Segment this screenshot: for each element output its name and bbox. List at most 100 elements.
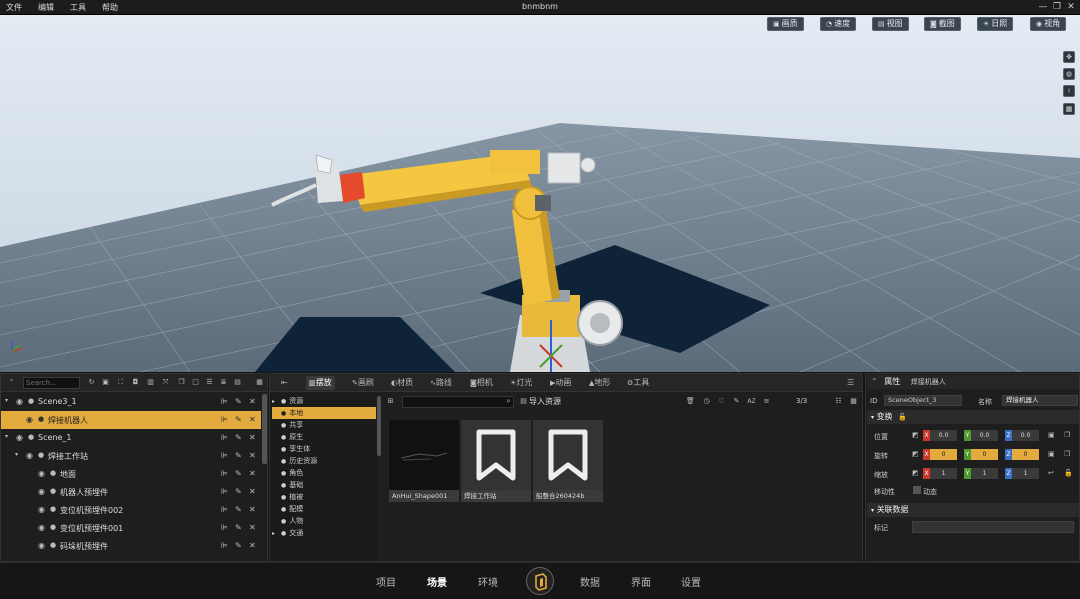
edit-icon[interactable]: ✎ [235,541,242,550]
edit-icon[interactable]: ✎ [732,397,741,406]
id-field[interactable]: SceneObject_3 [884,395,962,406]
edit-icon[interactable]: ✎ [235,397,242,406]
visibility-eye-icon[interactable]: ◉ [38,487,45,496]
filter-icon[interactable]: ≡ [762,397,771,406]
home-logo-button[interactable] [526,567,554,595]
copy-icon[interactable]: ▣ [1048,431,1055,439]
asset-card[interactable]: AnHui_Shape001 [389,420,459,502]
align-icon[interactable]: ⊫ [221,415,228,424]
tab-path[interactable]: ∿路线 [427,376,455,390]
delete-icon[interactable]: ✕ [249,505,256,514]
tree-item[interactable]: ● 本地 [272,407,376,419]
camera-view-button[interactable]: ◉ 视角 [1030,17,1067,31]
visibility-eye-icon[interactable]: ◉ [38,469,45,478]
transform-z-field[interactable]: 0 [1012,449,1039,460]
grid-view-icon[interactable]: ▦ [849,397,858,406]
transform-z-field[interactable]: 0.0 [1012,430,1039,441]
outliner-row[interactable]: ◉ ● 机器人预埋件 ⊫ ✎ ✕ [1,483,261,501]
visibility-eye-icon[interactable]: ◉ [16,397,23,406]
asset-card[interactable]: 焊接工作站 [461,420,531,502]
refresh-icon[interactable]: ↻ [87,378,96,387]
align-icon[interactable]: ⊫ [221,505,228,514]
align-icon[interactable]: ⊫ [221,433,228,442]
speed-button[interactable]: ◔ 速度 [820,17,857,31]
panel-icon[interactable]: ▤ [233,378,242,387]
transform-z-field[interactable]: 1 [1012,468,1039,479]
outliner-row[interactable]: ◉ ● 地面 ⊫ ✎ ✕ [1,465,261,483]
transform-y-field[interactable]: 0 [971,449,998,460]
edit-icon[interactable]: ✎ [235,415,242,424]
outliner-row[interactable]: ◉ ● 码垛机预埋件 ⊫ ✎ ✕ [1,537,261,555]
camera-icon[interactable]: ◘ [131,378,140,387]
tab-light[interactable]: ☀灯光 [507,376,535,390]
edit-icon[interactable]: ✎ [235,433,242,442]
outliner-search-input[interactable] [23,377,80,389]
delete-icon[interactable]: ✕ [249,487,256,496]
copy-icon[interactable]: ❐ [177,378,186,387]
close-icon[interactable]: ✕ [1065,1,1077,13]
back-icon[interactable]: ⇤ [278,376,291,390]
menu-edit[interactable]: 编辑 [38,2,54,13]
nav-project[interactable]: 项目 [376,574,396,589]
trash-icon[interactable]: 🗑 [686,397,695,406]
align-icon[interactable]: ⊫ [221,523,228,532]
nav-environment[interactable]: 环境 [478,574,498,589]
menu-tools[interactable]: 工具 [70,2,86,13]
tab-terrain[interactable]: ▲地形 [586,376,613,390]
history-icon[interactable]: ◷ [702,397,711,406]
edit-icon[interactable]: ✎ [235,505,242,514]
outliner-scrollbar[interactable] [262,394,267,464]
align-icon[interactable]: ⊫ [221,451,228,460]
align-icon[interactable]: ⊫ [221,397,228,406]
import-assets-button[interactable]: 导入资源 [529,396,561,407]
edit-icon[interactable]: ✎ [235,487,242,496]
globe-icon[interactable]: ◍ [1063,68,1075,80]
details-icon[interactable]: ≣ [219,378,228,387]
tree-item[interactable]: ● 共享 [272,419,376,431]
reset-icon[interactable]: ↩ [1048,469,1054,477]
outliner-row[interactable]: ▾ ◉ ● Scene_1 ⊫ ✎ ✕ [1,429,261,447]
tree-item[interactable]: ● 人物 [272,515,376,527]
transform-x-field[interactable]: 0.0 [930,430,957,441]
visibility-eye-icon[interactable]: ◉ [38,541,45,550]
delete-icon[interactable]: ✕ [249,451,256,460]
menu-help[interactable]: 帮助 [102,2,118,13]
move-icon[interactable]: ✥ [1063,51,1075,63]
outliner-row[interactable]: ▾ ◉ ● Scene3_1 ⊫ ✎ ✕ [1,393,261,411]
minimize-icon[interactable]: — [1037,1,1049,13]
align-icon[interactable]: ⊫ [221,487,228,496]
mobility-checkbox[interactable] [913,486,921,494]
expand-arrow-icon[interactable]: ▾ [5,397,8,404]
nav-scene[interactable]: 场景 [427,574,447,589]
visibility-eye-icon[interactable]: ◉ [16,433,23,442]
collapse-icon[interactable]: ⌃ [871,377,878,386]
person-icon[interactable]: ⍿ [1063,85,1075,97]
tag-field[interactable] [912,521,1074,533]
tree-item[interactable]: ● 孪生体 [272,443,376,455]
paste-icon[interactable]: ❐ [1064,431,1070,439]
align-icon[interactable]: ⊫ [221,541,228,550]
outliner-row[interactable]: ◉ ● 焊接机器人 ⊫ ✎ ✕ [1,411,261,429]
frame-icon[interactable]: ▣ [101,378,110,387]
delete-icon[interactable]: ✕ [249,415,256,424]
delete-icon[interactable]: ✕ [249,523,256,532]
related-data-section-header[interactable]: ▾ 关联数据 [867,503,1079,517]
tree-item[interactable]: ● 基础 [272,479,376,491]
align-icon[interactable]: ⊫ [221,469,228,478]
visibility-eye-icon[interactable]: ◉ [26,415,33,424]
transform-x-field[interactable]: 1 [930,468,957,479]
folder-tree-icon[interactable]: ⊞ [386,397,395,406]
nav-interface[interactable]: 界面 [631,574,651,589]
paste-icon[interactable]: ❐ [1064,450,1070,458]
tab-brush[interactable]: ✎画刷 [349,376,377,390]
collapse-icon[interactable]: ⌃ [7,378,16,387]
visibility-eye-icon[interactable]: ◉ [26,451,33,460]
transform-icon[interactable]: ⤧ [161,378,170,387]
edit-icon[interactable]: ✎ [235,523,242,532]
tree-item[interactable]: ▸ ● 资源 [272,395,376,407]
tab-material[interactable]: ◐材质 [388,376,416,390]
asset-card[interactable]: 船整合260424b [533,420,603,502]
nav-settings[interactable]: 设置 [681,574,701,589]
transform-section-header[interactable]: ▾ 变换 🔓 [867,410,1079,424]
fit-icon[interactable]: ⛶ [116,378,125,387]
